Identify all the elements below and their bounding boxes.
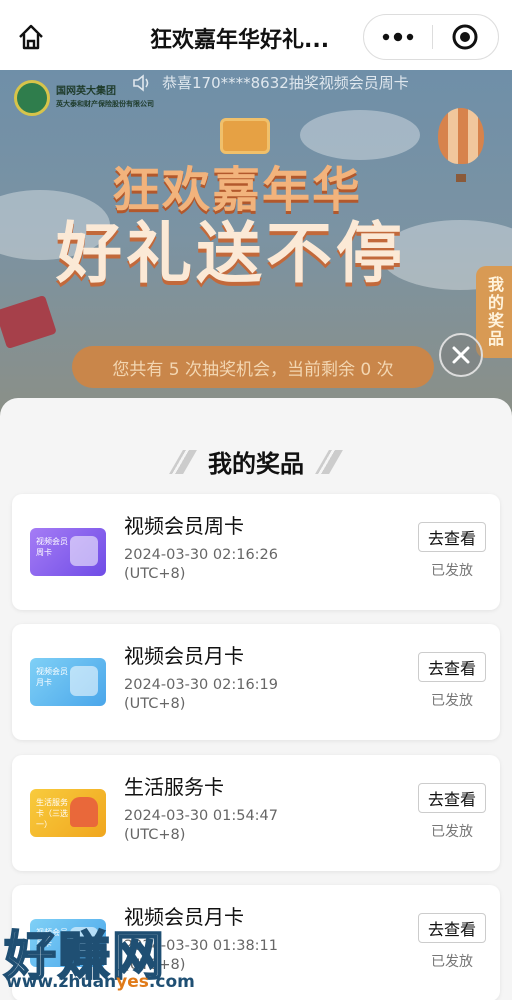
watermark-url-prefix: www.zhuan [6,972,117,992]
exit-mini-program-button[interactable] [433,15,499,59]
prize-name: 视频会员月卡 [124,644,244,668]
watermark-url-highlight: yes [116,972,149,992]
hot-air-balloon-icon [438,108,484,164]
watermark-url: www.zhuanyes.com [6,972,195,992]
view-prize-button[interactable]: 去查看 [418,913,486,943]
speaker-icon [133,73,149,92]
more-dots-icon [382,32,413,42]
prize-timestamp: 2024-03-30 02:16:19 [124,677,278,693]
view-prize-button[interactable]: 去查看 [418,652,486,682]
close-icon [452,346,470,364]
draw-chances-bar: 您共有 5 次抽奖机会，当前剩余 0 次 [72,346,434,388]
watermark-url-suffix: .com [148,972,195,992]
service-person-icon [70,797,98,827]
view-prize-button[interactable]: 去查看 [418,522,486,552]
prize-timezone: (UTC+8) [124,827,186,843]
thumbnail-label: 视频会员周卡 [36,537,68,557]
play-icon [70,536,98,566]
my-prizes-sheet: 我的奖品 视频会员周卡 视频会员周卡 2024-03-30 02:16:26 (… [0,398,512,1000]
red-envelope-icon [0,294,57,350]
prize-timezone: (UTC+8) [124,566,186,582]
prize-status: 已发放 [431,563,473,579]
prize-card: 视频会员月卡 视频会员月卡 2024-03-30 02:16:19 (UTC+8… [12,624,500,740]
view-prize-button[interactable]: 去查看 [418,783,486,813]
prize-thumbnail: 视频会员月卡 [30,658,106,706]
thumbnail-label: 生活服务卡（三选一） [36,798,68,829]
balloon-basket [456,174,466,182]
close-sheet-button[interactable] [439,333,483,377]
title-decoration-left [169,449,197,474]
prize-name: 生活服务卡 [124,775,224,799]
logo-emblem-icon [14,80,50,116]
headline-bottom: 好礼送不停 [56,215,406,292]
prize-thumbnail: 视频会员周卡 [30,528,106,576]
top-nav-bar: 狂欢嘉年华好礼... [0,0,512,70]
prize-status: 已发放 [431,954,473,970]
mini-program-close-icon [452,24,478,50]
prize-time: 2024-03-30 02:16:19 (UTC+8) [124,676,278,714]
prize-timezone: (UTC+8) [124,696,186,712]
prize-status: 已发放 [431,824,473,840]
prize-timestamp: 2024-03-30 01:54:47 [124,808,278,824]
prize-thumbnail: 生活服务卡（三选一） [30,789,106,837]
home-button[interactable] [14,20,48,54]
sheet-title: 我的奖品 [208,450,304,478]
page-title: 狂欢嘉年华好礼... [150,28,330,53]
prize-time: 2024-03-30 02:16:26 (UTC+8) [124,546,278,584]
more-button[interactable] [364,15,432,59]
prize-status: 已发放 [431,693,473,709]
title-decoration-right [315,449,343,474]
home-icon [19,24,43,50]
prize-time: 2024-03-30 01:54:47 (UTC+8) [124,807,278,845]
my-prizes-side-tab[interactable]: 我的奖品 [476,266,512,358]
mini-program-capsule [363,14,499,60]
play-icon [70,666,98,696]
site-watermark: 好赚网 www.zhuanyes.com [0,914,230,994]
prize-timestamp: 2024-03-30 02:16:26 [124,547,278,563]
thumbnail-label: 视频会员月卡 [36,667,68,687]
prize-name: 视频会员周卡 [124,514,244,538]
winner-marquee: 恭喜170****8632抽奖视频会员周卡 [132,72,409,93]
gift-box-icon [220,118,270,154]
logo-line2: 英大泰和财产保险股份有限公司 [56,100,154,108]
prize-card: 生活服务卡（三选一） 生活服务卡 2024-03-30 01:54:47 (UT… [12,755,500,871]
marquee-text: 恭喜170****8632抽奖视频会员周卡 [162,74,409,92]
prize-card: 视频会员周卡 视频会员周卡 2024-03-30 02:16:26 (UTC+8… [12,494,500,610]
campaign-banner: 国网英大集团 英大泰和财产保险股份有限公司 恭喜170****8632抽奖视频会… [0,70,512,430]
